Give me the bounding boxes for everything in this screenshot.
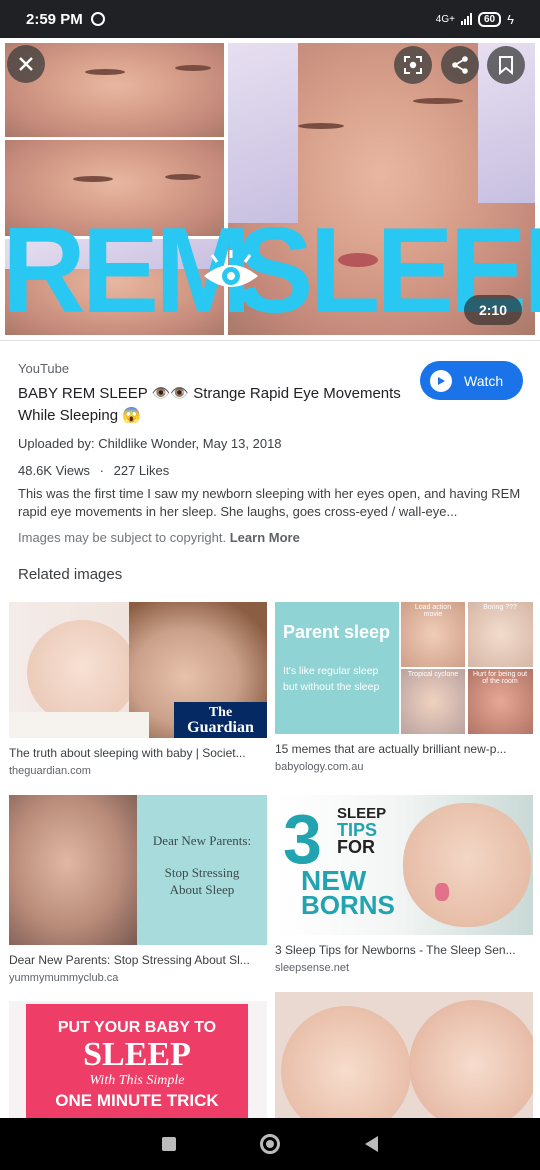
status-time: 2:59 PM [26, 10, 83, 28]
related-caption: 15 memes that are actually brilliant new… [275, 742, 507, 756]
related-caption: Dear New Parents: Stop Stressing About S… [9, 953, 250, 967]
video-description: This was the first time I saw my newborn… [18, 486, 521, 519]
related-card[interactable]: Dear New Parents: Stop Stressing About S… [9, 795, 267, 984]
related-thumbnail [275, 992, 533, 1118]
status-bar: 2:59 PM 4G+ 60 ϟ [0, 0, 540, 38]
views-count: 48.6K Views [18, 463, 91, 478]
copyright-text: Images may be subject to copyright. [18, 530, 227, 545]
upload-info: Uploaded by: Childlike Wonder, May 13, 2… [18, 436, 282, 451]
related-site: sleepsense.net [275, 962, 349, 974]
learn-more-link[interactable]: Learn More [230, 530, 300, 545]
screen: 2:59 PM 4G+ 60 ϟ REM SLEE 2:10 YouTube B… [0, 0, 540, 1170]
related-card[interactable] [275, 992, 533, 1118]
watch-label: Watch [464, 372, 504, 389]
video-duration: 2:10 [464, 295, 522, 325]
related-thumbnail: Dear New Parents: Stop Stressing About S… [9, 795, 267, 945]
video-stats: 48.6K Views · 227 Likes [18, 463, 169, 478]
rem-sleep-headline: REM SLEEP [0, 207, 540, 333]
network-type: 4G+ [435, 13, 455, 25]
signal-icon [460, 13, 472, 25]
related-site: theguardian.com [9, 765, 91, 777]
charging-icon: ϟ [507, 11, 514, 27]
watch-button[interactable]: Watch [420, 361, 523, 400]
battery-icon: 60 [477, 11, 502, 27]
stats-separator: · [99, 463, 104, 478]
result-source[interactable]: YouTube [18, 361, 69, 376]
related-card[interactable]: PUT YOUR BABY TO SLEEP With This Simple … [9, 1001, 267, 1118]
play-icon [430, 369, 452, 392]
copyright-notice: Images may be subject to copyright. Lear… [18, 530, 300, 545]
recents-icon[interactable] [162, 1137, 177, 1151]
hero-image[interactable]: REM SLEEP 2:10 [0, 38, 540, 340]
related-thumbnail: 3 SLEEP TIPS FOR NEW BORNS [275, 795, 533, 935]
bookmark-icon[interactable] [487, 46, 525, 84]
result-info: YouTube BABY REM SLEEP 👁️👁️ Strange Rapi… [0, 340, 540, 583]
share-icon[interactable] [441, 46, 479, 84]
status-right: 4G+ 60 ϟ [435, 11, 514, 27]
related-caption: 3 Sleep Tips for Newborns - The Sleep Se… [275, 943, 516, 957]
related-site: yummymummyclub.ca [9, 972, 119, 984]
home-icon[interactable] [260, 1134, 281, 1154]
related-thumbnail: Parent sleep It's like regular sleep but… [275, 602, 533, 734]
related-site: babyology.com.au [275, 761, 364, 773]
related-thumbnail: PUT YOUR BABY TO SLEEP With This Simple … [9, 1001, 267, 1118]
related-heading: Related images [18, 566, 123, 583]
lens-icon[interactable] [394, 46, 432, 84]
related-card[interactable]: The Guardian The truth about sleeping wi… [9, 602, 267, 777]
eye-icon [204, 250, 258, 287]
related-card[interactable]: Parent sleep It's like regular sleep but… [275, 602, 533, 773]
system-nav-bar [0, 1118, 540, 1170]
related-card[interactable]: 3 SLEEP TIPS FOR NEW BORNS 3 Sleep Tips … [275, 795, 533, 974]
back-icon[interactable] [364, 1136, 378, 1152]
guardian-logo: The Guardian [174, 702, 267, 738]
likes-count: 227 Likes [113, 463, 170, 478]
close-icon[interactable] [7, 45, 45, 83]
result-title[interactable]: BABY REM SLEEP 👁️👁️ Strange Rapid Eye Mo… [18, 383, 418, 427]
alarm-icon [90, 12, 105, 26]
related-caption: The truth about sleeping with baby | Soc… [9, 746, 246, 760]
related-thumbnail: The Guardian [9, 602, 267, 738]
